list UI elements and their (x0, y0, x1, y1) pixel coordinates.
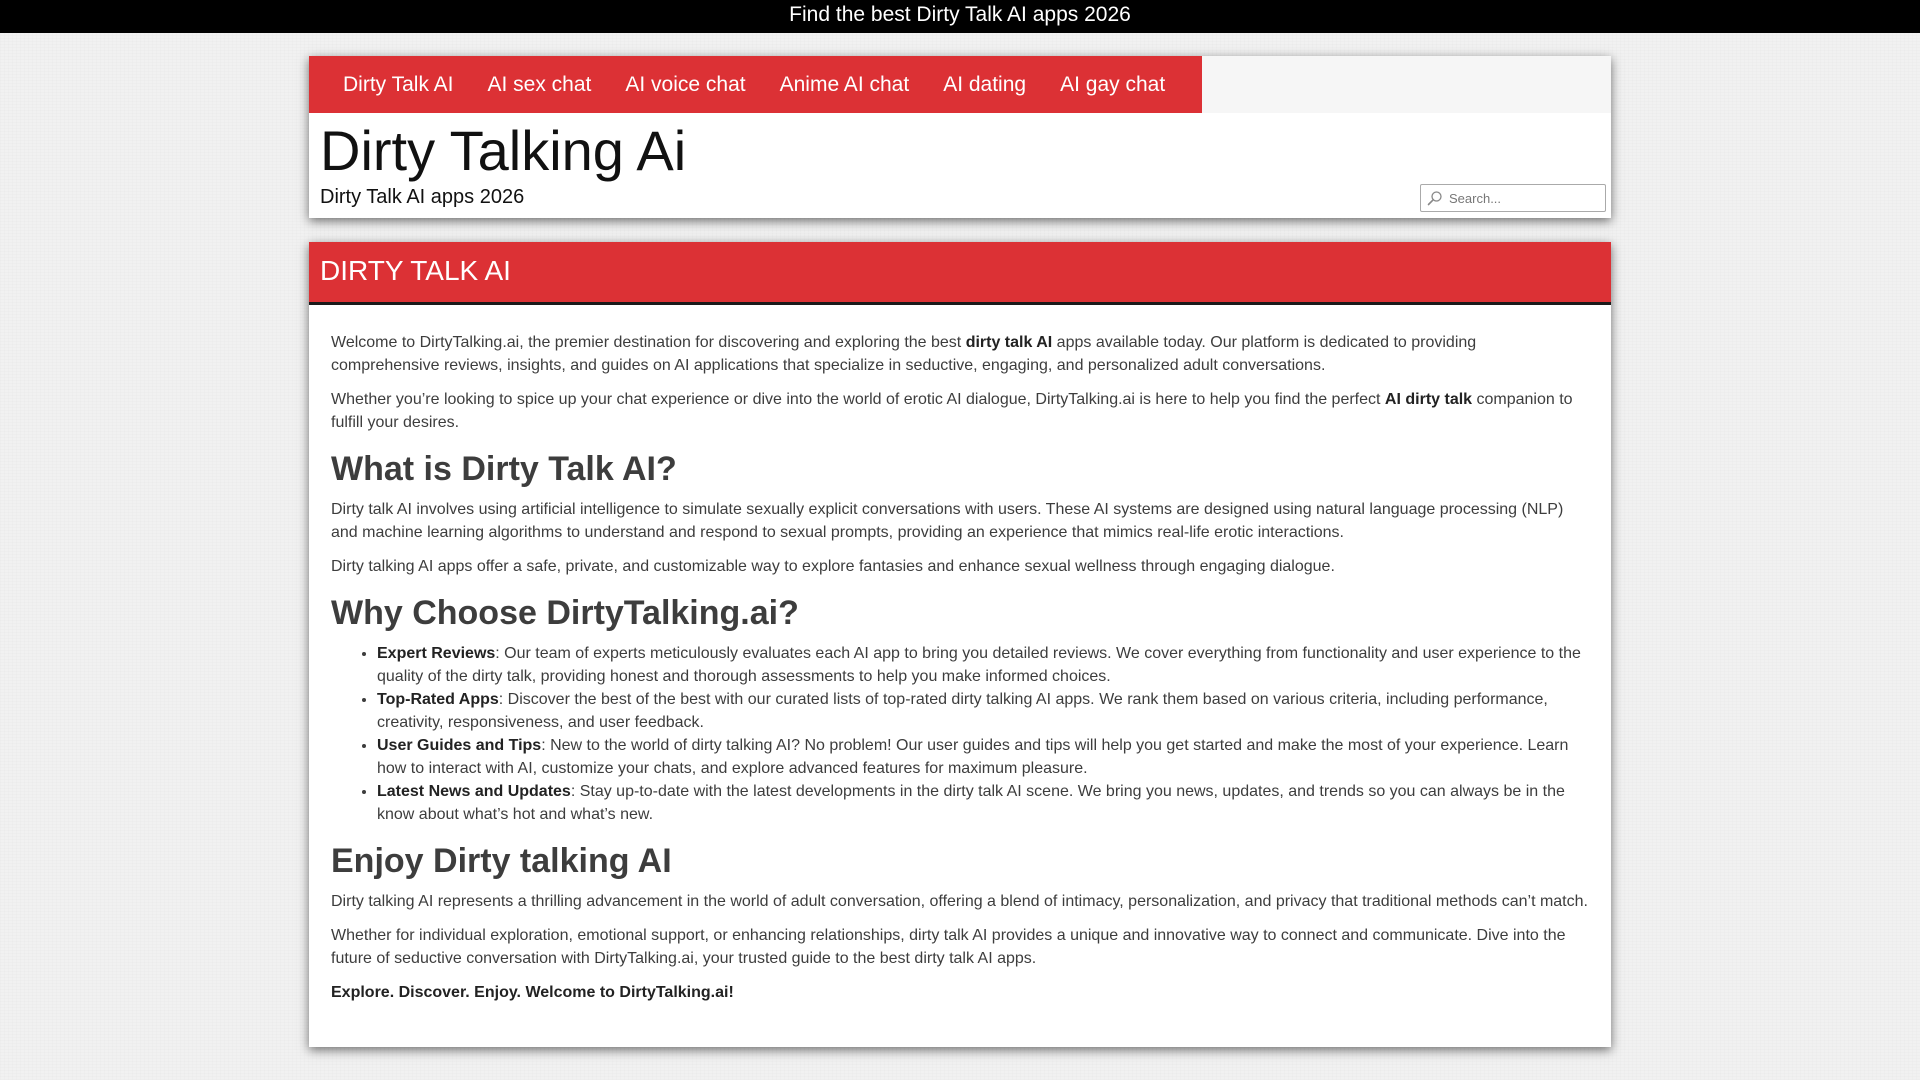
what-paragraph-2: Dirty talking AI apps offer a safe, priv… (331, 558, 1335, 575)
main-content: DIRTY TALK AI Welcome to DirtyTalking.ai… (309, 242, 1611, 1047)
article-body: Welcome to DirtyTalking.ai, the premier … (309, 305, 1611, 1004)
main-nav: Dirty Talk AI AI sex chat AI voice chat … (309, 56, 1202, 113)
list-item: User Guides and Tips: New to the world o… (377, 734, 1589, 780)
heading-enjoy: Enjoy Dirty talking AI (331, 842, 672, 880)
list-item: Top-Rated Apps: Discover the best of the… (377, 688, 1589, 734)
heading-what-is: What is Dirty Talk AI? (331, 450, 677, 488)
search-icon (1427, 191, 1442, 206)
top-banner: Find the best Dirty Talk AI apps 2026 (0, 0, 1920, 33)
intro-paragraph-2: Whether you’re looking to spice up your … (331, 391, 1573, 431)
nav-item-ai-voice-chat[interactable]: AI voice chat (625, 56, 745, 113)
enjoy-paragraph-1: Dirty talking AI represents a thrilling … (331, 893, 1588, 910)
heading-why-choose: Why Choose DirtyTalking.ai? (331, 594, 799, 632)
closing-line: Explore. Discover. Enjoy. Welcome to Dir… (331, 984, 734, 1001)
nav-item-dirty-talk-ai[interactable]: Dirty Talk AI (343, 56, 453, 113)
site-header: Dirty Talk AI AI sex chat AI voice chat … (309, 56, 1611, 218)
list-item: Latest News and Updates: Stay up-to-date… (377, 780, 1589, 826)
search-box[interactable] (1420, 184, 1606, 212)
nav-item-ai-sex-chat[interactable]: AI sex chat (487, 56, 591, 113)
page-title-bar: DIRTY TALK AI (309, 242, 1611, 305)
nav-item-anime-ai-chat[interactable]: Anime AI chat (780, 56, 910, 113)
top-banner-text: Find the best Dirty Talk AI apps 2026 (789, 3, 1131, 26)
nav-item-ai-gay-chat[interactable]: AI gay chat (1060, 56, 1165, 113)
site-title[interactable]: Dirty Talking Ai (320, 120, 686, 182)
nav-item-ai-dating[interactable]: AI dating (943, 56, 1026, 113)
site-tagline: Dirty Talk AI apps 2026 (320, 186, 525, 208)
enjoy-paragraph-2: Whether for individual exploration, emot… (331, 927, 1566, 967)
keyword-dirty-talk-ai: dirty talk AI (965, 334, 1053, 351)
why-list: Expert Reviews: Our team of experts meti… (377, 642, 1589, 826)
page-title: DIRTY TALK AI (320, 255, 511, 286)
list-item: Expert Reviews: Our team of experts meti… (377, 642, 1589, 688)
what-paragraph-1: Dirty talk AI involves using artificial … (331, 501, 1564, 541)
intro-paragraph-1: Welcome to DirtyTalking.ai, the premier … (331, 334, 1477, 374)
search-input[interactable] (1449, 190, 1599, 206)
keyword-ai-dirty-talk: AI dirty talk (1384, 391, 1473, 408)
